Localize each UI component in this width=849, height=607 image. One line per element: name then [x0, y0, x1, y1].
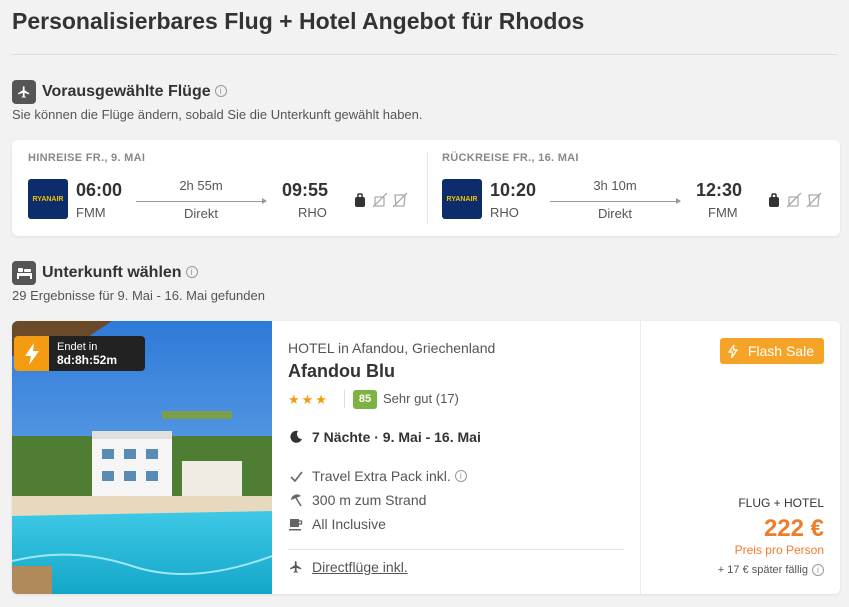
outbound-dep-time: 06:00 — [76, 180, 123, 200]
page-title: Personalisierbares Flug + Hotel Angebot … — [12, 8, 585, 34]
flights-section-title-text: Vorausgewählte Flüge — [42, 83, 211, 100]
feature-board: All Inclusive — [288, 516, 386, 532]
plane-icon — [288, 559, 304, 575]
info-icon[interactable]: i — [214, 85, 227, 97]
bed-icon — [12, 261, 36, 285]
info-icon[interactable]: i — [454, 470, 467, 482]
cup-icon — [288, 516, 304, 532]
stay-duration-text: 7 Nächte · 9. Mai - 16. Mai — [312, 429, 481, 445]
star-rating: ★★★ — [288, 392, 329, 407]
accommodation-section-subtitle: 29 Ergebnisse für 9. Mai - 16. Mai gefun… — [12, 288, 265, 303]
return-dep-time: 10:20 — [490, 180, 537, 200]
bag-icon — [352, 192, 368, 208]
outbound-stops: Direkt — [184, 206, 218, 221]
outbound-label: HINREISE FR., 9. MAI — [28, 152, 146, 164]
outbound-arr-airport: RHO — [298, 205, 327, 220]
feature-text: All Inclusive — [312, 516, 386, 532]
return-stops: Direkt — [598, 206, 632, 221]
price-label: FLUG + HOTEL — [738, 496, 824, 510]
info-icon[interactable]: i — [185, 266, 198, 278]
direct-flights-link[interactable]: Directflüge inkl. — [312, 559, 408, 575]
accommodation-section-title: Unterkunft wählen i — [42, 264, 198, 282]
countdown-timer: Endet in 8d:8h:52m — [14, 336, 145, 371]
title-divider — [12, 54, 837, 55]
review-score-badge: 85 — [353, 390, 377, 409]
feature-travel-extra: Travel Extra Pack inkl. i — [288, 468, 467, 484]
lightning-icon — [14, 336, 49, 371]
check-icon — [288, 468, 304, 484]
return-leg[interactable]: RÜCKREISE FR., 16. MAI RYANAIR 10:20 RHO… — [427, 140, 840, 236]
ryanair-logo: RYANAIR — [442, 179, 482, 219]
outbound-duration: 2h 55m — [179, 178, 223, 193]
hotel-image[interactable]: Endet in 8d:8h:52m — [12, 321, 272, 594]
direct-flights[interactable]: Directflüge inkl. — [288, 559, 408, 575]
timer-label: Endet in — [57, 340, 98, 353]
flash-sale-text: Flash Sale — [747, 343, 814, 359]
outbound-route-line — [136, 198, 267, 204]
return-route-line — [550, 198, 681, 204]
ryanair-logo: RYANAIR — [28, 179, 68, 219]
plane-icon — [12, 80, 36, 104]
info-icon[interactable]: i — [812, 564, 824, 576]
flash-icon — [727, 344, 738, 358]
no-checked-bag-icon — [806, 192, 822, 208]
flight-card[interactable]: HINREISE FR., 9. MAI RYANAIR 06:00 FMM 2… — [12, 140, 840, 236]
no-baggage-icon — [372, 192, 388, 208]
feature-text: 300 m zum Strand — [312, 492, 427, 508]
timer-value: 8d:8h:52m — [57, 352, 118, 367]
flights-section-subtitle: Sie können die Flüge ändern, sobald Sie … — [12, 107, 423, 122]
return-label: RÜCKREISE FR., 16. MAI — [442, 152, 579, 164]
accommodation-section-title-text: Unterkunft wählen — [42, 264, 182, 281]
rating-divider — [344, 390, 345, 408]
return-arr-airport: FMM — [708, 205, 738, 220]
outbound-arr-time: 09:55 — [282, 180, 329, 200]
flights-section-title: Vorausgewählte Flüge i — [42, 83, 227, 101]
price-panel[interactable]: Flash Sale FLUG + HOTEL 222 € Preis pro … — [640, 321, 840, 594]
return-duration: 3h 10m — [593, 178, 637, 193]
no-baggage-icon — [786, 192, 802, 208]
hotel-divider — [288, 549, 624, 550]
hotel-name[interactable]: Afandou Blu — [288, 361, 395, 382]
flash-sale-badge: Flash Sale — [719, 338, 824, 364]
hotel-card[interactable]: Endet in 8d:8h:52m HOTEL in Afandou, Gri… — [12, 321, 840, 594]
airline-name: RYANAIR — [32, 195, 64, 203]
outbound-dep-airport: FMM — [76, 205, 106, 220]
price-extra: + 17 € später fällig i — [718, 564, 824, 576]
outbound-leg[interactable]: HINREISE FR., 9. MAI RYANAIR 06:00 FMM 2… — [12, 140, 427, 236]
price-amount: 222 € — [763, 515, 824, 542]
airline-name: RYANAIR — [446, 195, 478, 203]
hotel-type: HOTEL in Afandou, Griechenland — [288, 340, 496, 356]
moon-icon — [288, 429, 304, 445]
feature-text: Travel Extra Pack inkl. — [312, 468, 451, 484]
return-dep-airport: RHO — [490, 205, 519, 220]
feature-beach-distance: 300 m zum Strand — [288, 492, 426, 508]
stay-duration: 7 Nächte · 9. Mai - 16. Mai — [288, 429, 481, 445]
review-score-text: Sehr gut (17) — [383, 391, 459, 406]
price-note: Preis pro Person — [734, 543, 824, 557]
beach-umbrella-icon — [288, 492, 304, 508]
return-arr-time: 12:30 — [696, 180, 743, 200]
price-extra-text: + 17 € später fällig — [717, 564, 808, 576]
bag-icon — [766, 192, 782, 208]
no-checked-bag-icon — [392, 192, 408, 208]
